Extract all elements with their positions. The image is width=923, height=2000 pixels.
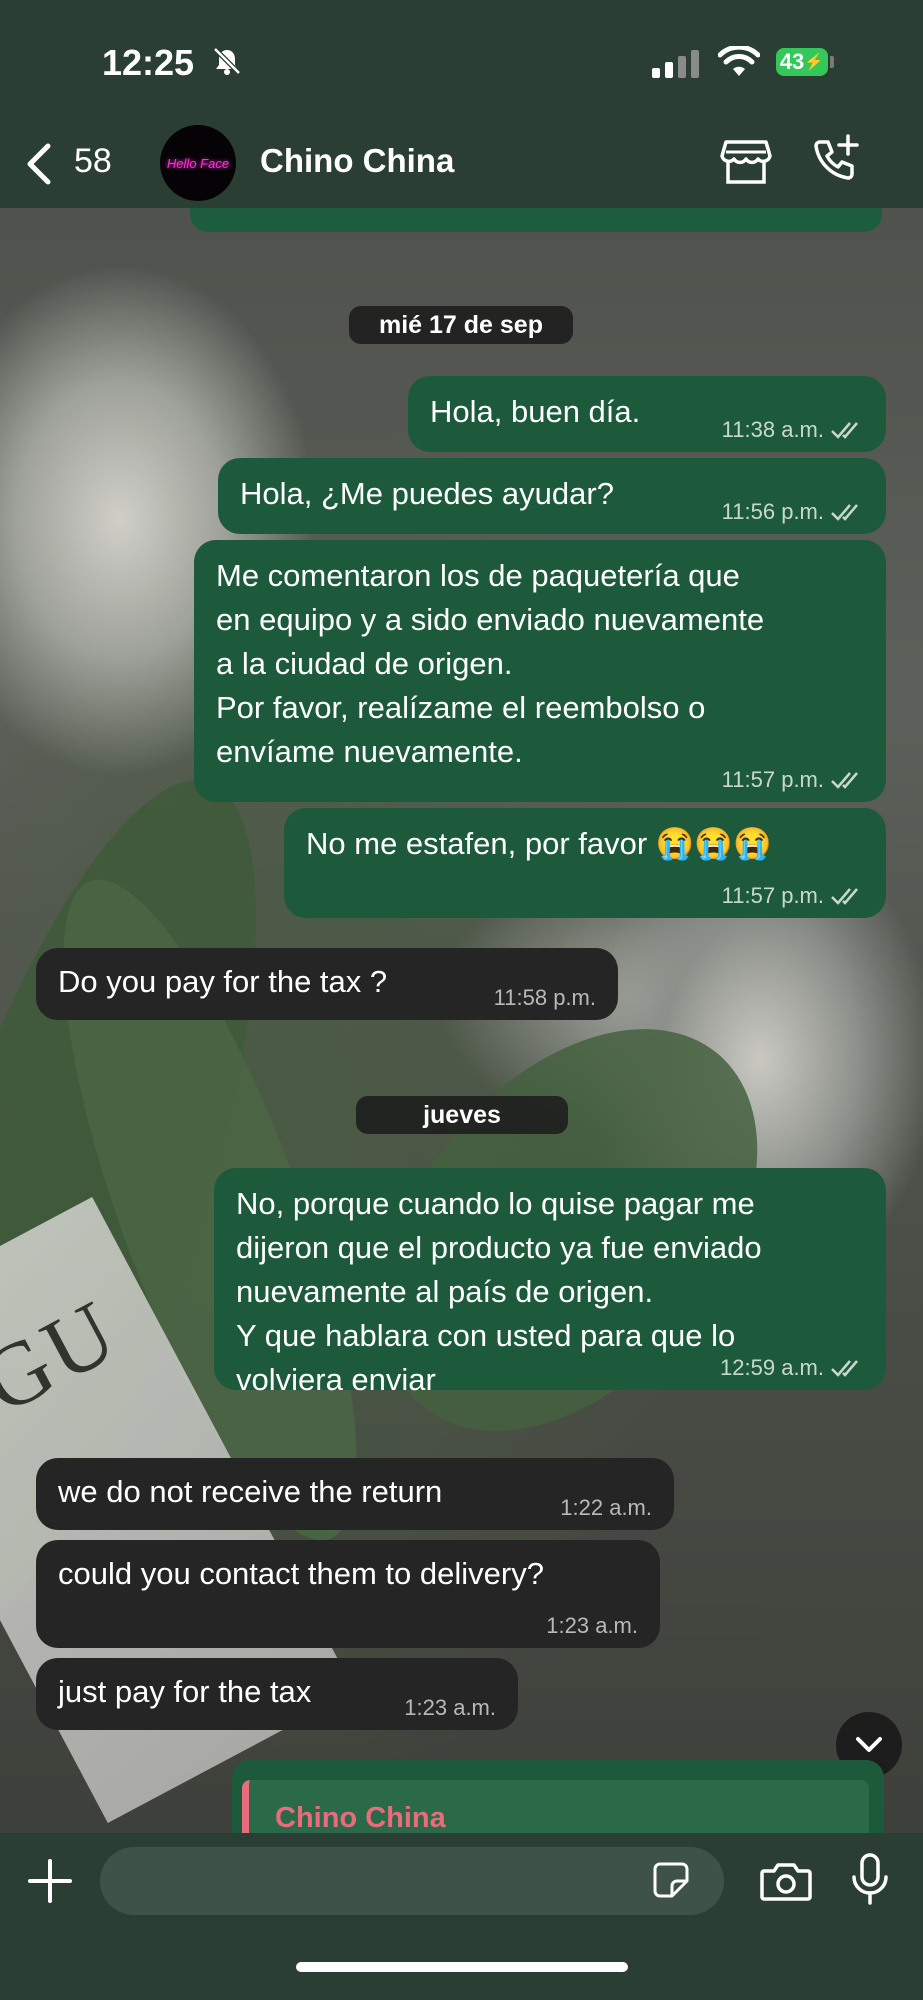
unread-count[interactable]: 58 — [74, 142, 112, 181]
message-meta: 11:57 p.m. — [722, 884, 864, 908]
previous-message-bubble[interactable] — [190, 208, 882, 232]
add-call-icon[interactable] — [808, 134, 860, 186]
battery-level: 43 — [779, 49, 805, 74]
message-time: 11:58 p.m. — [493, 985, 596, 1010]
mic-icon[interactable] — [850, 1853, 890, 1907]
message-time: 11:57 p.m. — [721, 883, 824, 908]
message-meta: 11:57 p.m. — [722, 768, 864, 792]
double-check-icon — [831, 504, 858, 521]
message-text: No me estafen, por favor 😭😭😭 — [306, 826, 772, 861]
message-time: 11:57 p.m. — [721, 767, 824, 792]
message-text: Me comentaron los de paquetería que en e… — [216, 558, 765, 769]
message-text: just pay for the tax — [58, 1674, 312, 1709]
message-input[interactable] — [100, 1847, 724, 1915]
double-check-icon — [831, 1360, 858, 1377]
message-list[interactable]: mié 17 de sep Hola, buen día. 11:38 a.m.… — [0, 208, 923, 1833]
incoming-message[interactable]: Do you pay for the tax ? 11:58 p.m. — [36, 948, 618, 1020]
message-text: we do not receive the return — [58, 1474, 443, 1509]
double-check-icon — [831, 422, 858, 439]
message-time: 11:56 p.m. — [721, 499, 824, 524]
plus-icon[interactable] — [28, 1859, 72, 1903]
message-meta: 1:23 a.m. — [546, 1614, 638, 1638]
quoted-sender-name: Chino China — [275, 1802, 446, 1834]
incoming-message[interactable]: could you contact them to delivery? 1:23… — [36, 1540, 660, 1648]
message-time: 1:23 a.m. — [546, 1613, 638, 1638]
bell-slash-icon — [213, 47, 241, 75]
chat-header: 58 Hello Face Chino China — [0, 120, 923, 208]
message-text: Hola, ¿Me puedes ayudar? — [240, 476, 614, 511]
message-time: 1:22 a.m. — [560, 1495, 652, 1520]
message-meta: 1:23 a.m. — [404, 1696, 496, 1720]
outgoing-message[interactable]: No, porque cuando lo quise pagar me dije… — [214, 1168, 886, 1397]
status-time: 12:25 — [102, 42, 195, 83]
home-indicator — [296, 1962, 628, 1972]
status-bar: 12:25 43 ⚡ — [0, 0, 923, 120]
chevron-down-icon — [856, 1737, 882, 1752]
avatar[interactable]: Hello Face — [160, 125, 236, 201]
outgoing-message[interactable]: Me comentaron los de paquetería que en e… — [194, 540, 886, 802]
battery-tip — [830, 56, 834, 68]
message-meta: 11:56 p.m. — [722, 500, 864, 524]
store-icon[interactable] — [720, 138, 772, 186]
message-text: could you contact them to delivery? — [58, 1556, 544, 1591]
incoming-message[interactable]: just pay for the tax 1:23 a.m. — [36, 1658, 518, 1730]
battery-indicator: 43 ⚡ — [776, 48, 828, 76]
double-check-icon — [831, 888, 858, 905]
message-meta: 12:59 a.m. — [720, 1356, 864, 1380]
composer-bar — [0, 1833, 923, 2000]
outgoing-message[interactable]: Hola, buen día. 11:38 a.m. — [408, 376, 886, 452]
camera-icon[interactable] — [760, 1861, 812, 1901]
contact-name[interactable]: Chino China — [260, 142, 454, 180]
message-text: No, porque cuando lo quise pagar me dije… — [236, 1186, 762, 1397]
incoming-message[interactable]: we do not receive the return 1:22 a.m. — [36, 1458, 674, 1530]
date-separator: mié 17 de sep — [349, 306, 573, 344]
signal-icon — [652, 50, 699, 78]
outgoing-message[interactable]: Hola, ¿Me puedes ayudar? 11:56 p.m. — [218, 458, 886, 534]
date-separator: jueves — [356, 1096, 568, 1134]
message-meta: 11:58 p.m. — [494, 986, 596, 1010]
message-text: Hola, buen día. — [430, 394, 641, 429]
message-time: 11:38 a.m. — [721, 417, 824, 442]
sticker-icon[interactable] — [652, 1861, 690, 1899]
message-text: Do you pay for the tax ? — [58, 964, 388, 999]
outgoing-message[interactable]: No me estafen, por favor 😭😭😭 11:57 p.m. — [284, 808, 886, 918]
message-time: 12:59 a.m. — [720, 1355, 824, 1380]
message-meta: 11:38 a.m. — [722, 418, 864, 442]
wifi-icon — [718, 46, 760, 76]
message-meta: 1:22 a.m. — [560, 1496, 652, 1520]
avatar-logo-text: Hello Face — [166, 155, 230, 171]
message-time: 1:23 a.m. — [404, 1695, 496, 1720]
back-chevron-icon[interactable] — [22, 142, 56, 186]
charging-bolt-icon: ⚡ — [804, 54, 825, 71]
double-check-icon — [831, 772, 858, 789]
